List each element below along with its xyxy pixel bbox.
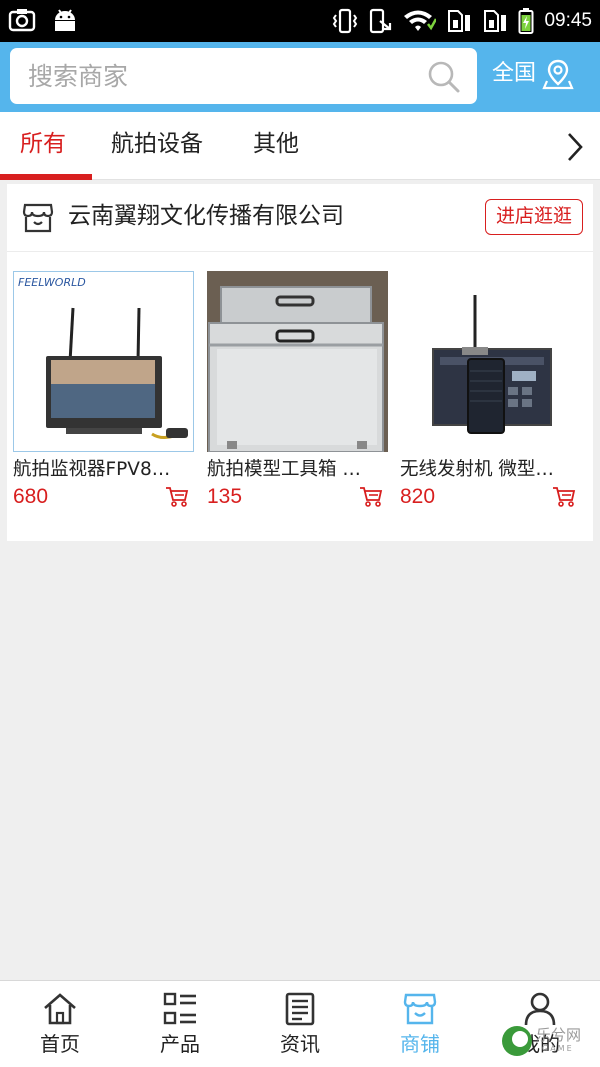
tab-all[interactable]: 所有	[20, 129, 66, 159]
nav-news[interactable]: 资讯	[240, 981, 360, 1067]
product-price: 820	[400, 485, 436, 508]
product-brand: FEELWORLD	[18, 276, 86, 289]
nav-products[interactable]: 产品	[120, 981, 240, 1067]
category-tabs: 所有 航拍设备 其他	[0, 112, 600, 180]
call-forward-icon	[370, 8, 392, 34]
cart-icon[interactable]	[552, 486, 576, 508]
search-input[interactable]: 搜索商家	[10, 48, 477, 104]
product-name: 航拍监视器FPV8…	[13, 459, 171, 480]
shop-icon	[403, 993, 437, 1025]
tab-aerial-equipment[interactable]: 航拍设备	[111, 129, 203, 159]
news-icon	[285, 992, 315, 1026]
status-bar: 09:45	[0, 0, 600, 42]
screenshot-icon	[8, 9, 36, 32]
visit-shop-button[interactable]: 进店逛逛	[485, 199, 583, 235]
shop-header[interactable]: 云南翼翔文化传播有限公司 进店逛逛	[7, 184, 593, 252]
nav-shops[interactable]: 商铺	[360, 981, 480, 1067]
region-selector[interactable]: 全国	[492, 58, 574, 90]
shop-card: 云南翼翔文化传播有限公司 进店逛逛 FEELWORLD 航拍监视器FPV8… 6…	[7, 184, 593, 541]
shop-name: 云南翼翔文化传播有限公司	[68, 203, 344, 229]
active-tab-indicator	[0, 174, 92, 180]
watermark: 乐兮网 GAME	[500, 1022, 596, 1062]
header: 搜索商家 全国	[0, 42, 600, 112]
search-placeholder: 搜索商家	[28, 62, 129, 91]
vibrate-icon	[333, 8, 358, 34]
watermark-subtext: GAME	[542, 1044, 574, 1053]
status-time: 09:45	[544, 10, 592, 31]
product-image-toolcase[interactable]	[207, 271, 388, 452]
nav-products-label: 产品	[160, 1032, 200, 1056]
sim2-signal-icon	[484, 10, 507, 32]
cart-icon[interactable]	[359, 486, 383, 508]
location-icon	[542, 59, 574, 90]
storefront-icon	[22, 203, 54, 233]
nav-shops-label: 商铺	[400, 1032, 440, 1056]
product-price: 135	[207, 485, 243, 508]
wifi-icon	[404, 10, 437, 31]
nav-home-label: 首页	[40, 1032, 80, 1056]
region-label: 全国	[492, 61, 537, 86]
watermark-logo-icon	[502, 1026, 532, 1056]
sim1-signal-icon	[448, 10, 471, 32]
product-name: 航拍模型工具箱 …	[207, 459, 361, 480]
product-image-monitor[interactable]: FEELWORLD	[13, 271, 194, 452]
battery-charging-icon	[518, 8, 534, 34]
search-icon[interactable]	[427, 60, 461, 94]
tab-other[interactable]: 其他	[253, 129, 299, 159]
nav-home[interactable]: 首页	[0, 981, 120, 1067]
android-icon	[55, 9, 75, 31]
home-icon	[44, 993, 76, 1025]
nav-news-label: 资讯	[280, 1032, 320, 1056]
watermark-text: 乐兮网	[536, 1026, 582, 1044]
list-icon	[163, 992, 196, 1025]
product-price: 680	[13, 485, 49, 508]
product-name: 无线发射机 微型…	[400, 459, 554, 480]
product-image-transmitter[interactable]	[400, 271, 581, 452]
chevron-right-icon[interactable]	[562, 130, 588, 164]
cart-icon[interactable]	[165, 486, 189, 508]
